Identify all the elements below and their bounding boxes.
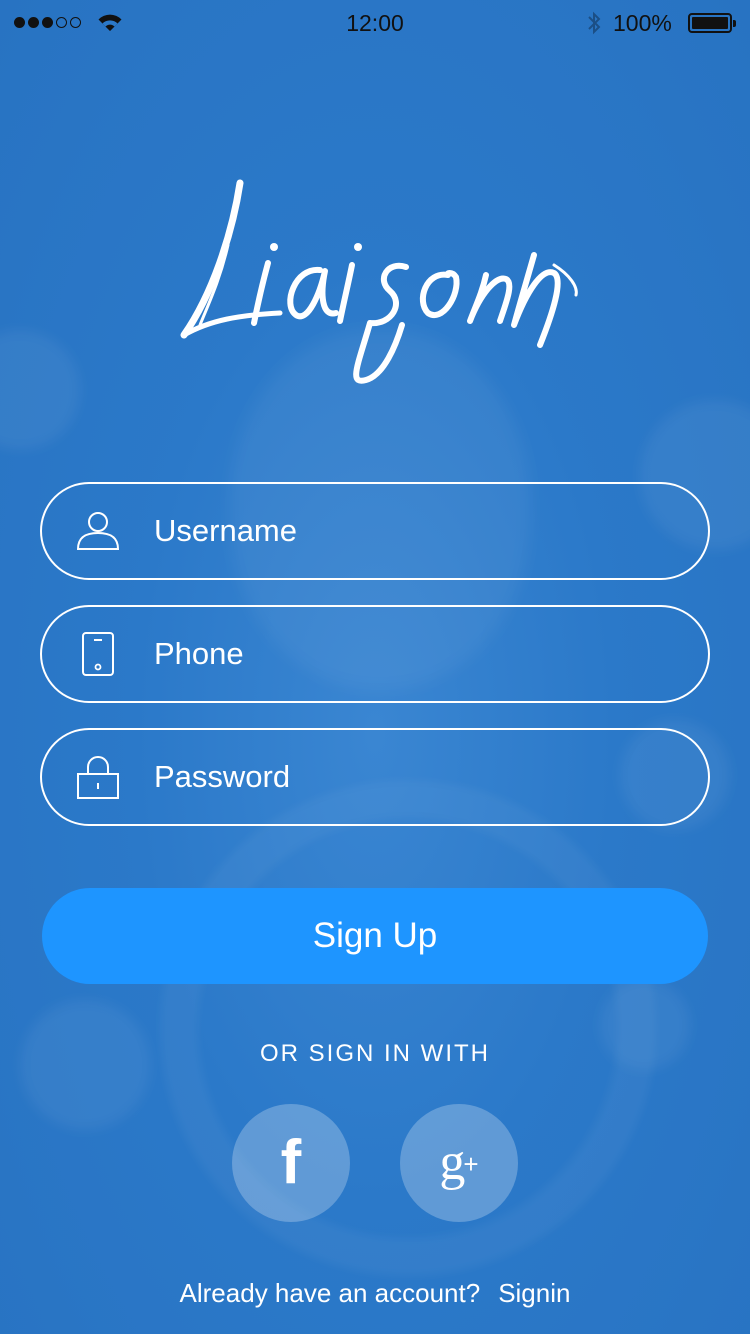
password-field[interactable] — [40, 728, 710, 826]
username-input[interactable] — [152, 484, 678, 578]
facebook-icon: f — [280, 1128, 302, 1197]
bluetooth-icon — [588, 11, 601, 35]
phone-input[interactable] — [152, 607, 678, 701]
phone-field[interactable] — [40, 605, 710, 703]
battery-icon — [688, 13, 736, 33]
facebook-signin-button[interactable]: f — [232, 1104, 350, 1222]
background-bokeh — [0, 330, 80, 450]
signup-screen: 12:00 100% Username Phone Sign Up OR SIG… — [0, 0, 750, 1334]
google-plus-icon: g+ — [439, 1134, 479, 1191]
password-input[interactable] — [152, 730, 678, 824]
background-photo-hands — [160, 780, 656, 1276]
liaison-logo — [180, 179, 578, 384]
signin-prompt: Already have an account? Signin — [0, 1278, 750, 1309]
phone-icon — [76, 632, 120, 676]
lock-icon — [76, 755, 120, 799]
signin-link[interactable]: Signin — [498, 1278, 570, 1308]
battery-percent: 100% — [613, 10, 672, 36]
google-plus-signin-button[interactable]: g+ — [400, 1104, 518, 1222]
status-bar: 12:00 100% — [0, 0, 750, 48]
username-field[interactable] — [40, 482, 710, 580]
user-icon — [76, 509, 120, 553]
signin-prompt-text: Already have an account? — [179, 1278, 481, 1308]
social-signin-heading: OR SIGN IN WITH — [260, 1040, 490, 1067]
sign-up-button[interactable]: Sign Up — [42, 888, 708, 984]
